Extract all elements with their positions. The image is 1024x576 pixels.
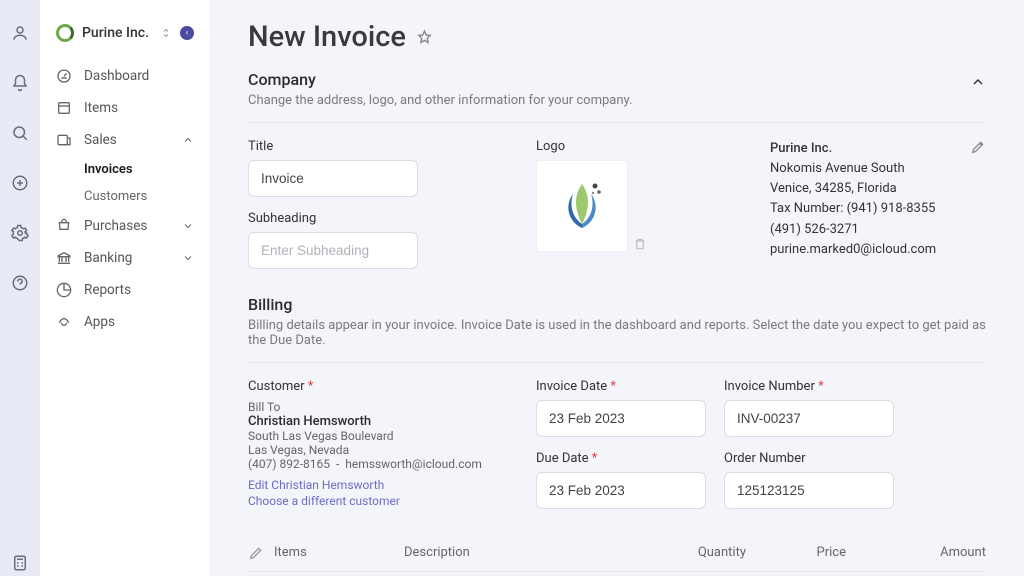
nav-items[interactable]: Items bbox=[40, 92, 210, 124]
invoice-date-label: Invoice Date bbox=[536, 379, 706, 394]
icon-rail bbox=[0, 0, 40, 576]
gear-icon[interactable] bbox=[11, 224, 29, 246]
plus-circle-icon[interactable] bbox=[11, 174, 29, 196]
col-amount: Amount bbox=[846, 545, 986, 561]
sales-icon bbox=[56, 132, 72, 148]
col-price: Price bbox=[746, 545, 846, 561]
star-icon[interactable] bbox=[416, 29, 433, 46]
collapse-badge[interactable]: ‹ bbox=[180, 26, 194, 40]
pencil-icon[interactable] bbox=[970, 139, 986, 155]
billing-desc: Billing details appear in your invoice. … bbox=[248, 318, 986, 348]
divider bbox=[248, 122, 986, 123]
company-selector[interactable]: Purine Inc. ‹ bbox=[40, 18, 210, 60]
add-item-button[interactable]: ＋ Add an Item bbox=[248, 572, 986, 576]
col-quantity: Quantity bbox=[656, 545, 746, 561]
company-name: Purine Inc. bbox=[82, 25, 152, 41]
company-logo-icon bbox=[56, 24, 74, 42]
order-number-label: Order Number bbox=[724, 451, 894, 466]
user-icon[interactable] bbox=[11, 24, 29, 46]
chevron-updown-icon bbox=[160, 27, 172, 39]
invoice-date-input[interactable] bbox=[536, 400, 706, 437]
divider bbox=[248, 362, 986, 363]
nav-sales[interactable]: Sales bbox=[40, 124, 210, 156]
invoice-number-input[interactable] bbox=[724, 400, 894, 437]
nav-reports[interactable]: Reports bbox=[40, 274, 210, 306]
reports-icon bbox=[56, 282, 72, 298]
bell-icon[interactable] bbox=[11, 74, 29, 96]
nav-apps[interactable]: Apps bbox=[40, 306, 210, 338]
apps-icon bbox=[56, 314, 72, 330]
company-desc: Change the address, logo, and other info… bbox=[248, 93, 986, 108]
bill-to-label: Bill To bbox=[248, 400, 518, 414]
due-date-input[interactable] bbox=[536, 472, 706, 509]
title-input[interactable] bbox=[248, 160, 418, 197]
due-date-label: Due Date bbox=[536, 451, 706, 466]
subheading-label: Subheading bbox=[248, 211, 518, 226]
nav-dashboard[interactable]: Dashboard bbox=[40, 60, 210, 92]
company-heading: Company bbox=[248, 70, 316, 89]
trash-icon[interactable] bbox=[633, 237, 647, 251]
main-content: New Invoice Company Change the address, … bbox=[210, 0, 1024, 576]
logo-label: Logo bbox=[536, 139, 752, 154]
help-icon[interactable] bbox=[11, 274, 29, 296]
logo-preview[interactable] bbox=[536, 160, 628, 252]
pencil-icon[interactable] bbox=[248, 545, 264, 561]
choose-customer-link[interactable]: Choose a different customer bbox=[248, 494, 400, 508]
page-title: New Invoice bbox=[248, 20, 986, 54]
calculator-icon[interactable] bbox=[11, 554, 29, 576]
billing-heading: Billing bbox=[248, 295, 986, 314]
search-icon[interactable] bbox=[11, 124, 29, 146]
subheading-input[interactable] bbox=[248, 232, 418, 269]
edit-customer-link[interactable]: Edit Christian Hemsworth bbox=[248, 478, 384, 492]
col-description: Description bbox=[404, 545, 656, 561]
chevron-down-icon bbox=[182, 252, 194, 264]
items-icon bbox=[56, 100, 72, 116]
company-logo-image bbox=[555, 176, 610, 236]
invoice-number-label: Invoice Number bbox=[724, 379, 894, 394]
customer-label: Customer bbox=[248, 379, 518, 394]
dashboard-icon bbox=[56, 68, 72, 84]
chevron-up-icon[interactable] bbox=[970, 74, 986, 90]
nav-invoices[interactable]: Invoices bbox=[40, 156, 210, 183]
sidebar: Purine Inc. ‹ Dashboard Items Sales Invo… bbox=[40, 0, 210, 576]
nav-banking[interactable]: Banking bbox=[40, 242, 210, 274]
banking-icon bbox=[56, 250, 72, 266]
nav-purchases[interactable]: Purchases bbox=[40, 210, 210, 242]
company-address: Purine Inc. Nokomis Avenue South Venice,… bbox=[770, 139, 986, 269]
chevron-up-icon bbox=[182, 134, 194, 146]
title-label: Title bbox=[248, 139, 518, 154]
order-number-input[interactable] bbox=[724, 472, 894, 509]
nav-customers[interactable]: Customers bbox=[40, 183, 210, 210]
items-table-header: Items Description Quantity Price Amount bbox=[248, 535, 986, 572]
chevron-down-icon bbox=[182, 220, 194, 232]
customer-name: Christian Hemsworth bbox=[248, 414, 518, 429]
col-items: Items bbox=[274, 545, 404, 561]
purchases-icon bbox=[56, 218, 72, 234]
